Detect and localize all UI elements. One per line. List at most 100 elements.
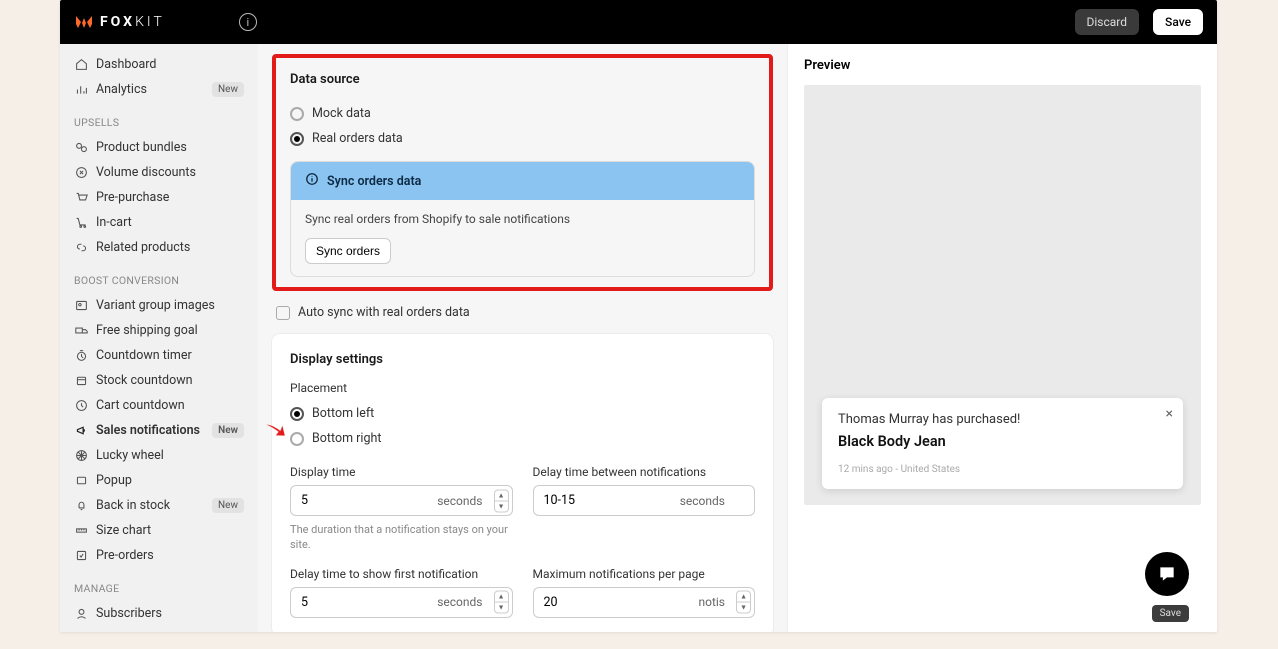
discount-icon: [74, 166, 88, 180]
sync-orders-button[interactable]: Sync orders: [305, 238, 391, 264]
radio-bottom-right[interactable]: Bottom right: [290, 426, 755, 451]
sidebar-item-label: Product bundles: [96, 140, 187, 155]
sidebar-item-size-chart[interactable]: Size chart: [60, 518, 258, 543]
sidebar-item-subscribers[interactable]: Subscribers: [60, 601, 258, 626]
new-badge: New: [212, 82, 244, 97]
sidebar-item-product-bundles[interactable]: Product bundles: [60, 135, 258, 160]
sync-panel-body: Sync real orders from Shopify to sale no…: [291, 200, 754, 276]
radio-label: Mock data: [312, 106, 371, 121]
main-content: Data source Mock data Real orders data S…: [258, 44, 787, 632]
notification-preview-card: × Thomas Murray has purchased! Black Bod…: [822, 398, 1183, 489]
sidebar: Dashboard AnalyticsNew UPSELLS Product b…: [60, 44, 258, 632]
radio-label: Real orders data: [312, 131, 403, 146]
sidebar-section-boost: BOOST CONVERSION: [60, 260, 258, 293]
sidebar-item-label: Volume discounts: [96, 165, 196, 180]
sidebar-item-variant-group[interactable]: Variant group images: [60, 293, 258, 318]
sidebar-item-label: Pre-orders: [96, 548, 154, 563]
chevron-up-icon[interactable]: ▲: [495, 592, 508, 603]
sidebar-item-stock-countdown[interactable]: Stock countdown: [60, 368, 258, 393]
sync-panel: Sync orders data Sync real orders from S…: [290, 161, 755, 277]
image-icon: [74, 299, 88, 313]
radio-real-orders[interactable]: Real orders data: [290, 126, 755, 151]
sidebar-item-sales-notifications[interactable]: Sales notificationsNew: [60, 418, 258, 443]
sidebar-item-label: Dashboard: [96, 57, 156, 72]
sidebar-item-pre-orders[interactable]: Pre-orders: [60, 543, 258, 568]
radio-label: Bottom left: [312, 406, 374, 421]
radio-mock-data[interactable]: Mock data: [290, 101, 755, 126]
sidebar-item-label: Subscribers: [96, 606, 162, 621]
sidebar-item-label: Countdown timer: [96, 348, 192, 363]
stepper[interactable]: ▲▼: [494, 489, 509, 512]
sync-panel-title: Sync orders data: [327, 174, 421, 189]
sidebar-item-in-cart[interactable]: In-cart: [60, 210, 258, 235]
truck-icon: [74, 324, 88, 338]
chevron-up-icon[interactable]: ▲: [495, 490, 508, 501]
radio-icon: [290, 432, 304, 446]
sync-description: Sync real orders from Shopify to sale no…: [305, 212, 740, 226]
sidebar-item-label: In-cart: [96, 215, 132, 230]
sidebar-item-label: Cart countdown: [96, 398, 185, 413]
preview-title: Preview: [804, 58, 1201, 73]
save-button[interactable]: Save: [1153, 9, 1203, 35]
display-time-helper: The duration that a notification stays o…: [290, 522, 513, 553]
box-icon: [74, 374, 88, 388]
radio-label: Bottom right: [312, 431, 381, 446]
cart-icon: [74, 191, 88, 205]
chevron-down-icon[interactable]: ▼: [737, 603, 750, 613]
radio-icon: [290, 107, 304, 121]
sync-panel-header: Sync orders data: [291, 162, 754, 200]
sidebar-section-upsells: UPSELLS: [60, 102, 258, 135]
sidebar-item-volume-discounts[interactable]: Volume discounts: [60, 160, 258, 185]
radio-icon: [290, 407, 304, 421]
sidebar-item-label: Free shipping goal: [96, 323, 198, 338]
sidebar-item-dashboard[interactable]: Dashboard: [60, 52, 258, 77]
delay-first-label: Delay time to show first notification: [290, 567, 513, 581]
radio-bottom-left[interactable]: Bottom left: [290, 401, 755, 426]
display-settings-title: Display settings: [290, 352, 755, 367]
save-tooltip: Save: [1152, 605, 1189, 622]
check-icon: [74, 549, 88, 563]
discard-button[interactable]: Discard: [1075, 9, 1140, 35]
stepper[interactable]: ▲▼: [494, 591, 509, 614]
input-suffix: seconds: [437, 494, 482, 508]
input-suffix: seconds: [680, 494, 725, 508]
display-time-label: Display time: [290, 465, 513, 479]
info-circle-icon: [305, 172, 319, 190]
new-badge: New: [212, 498, 244, 513]
cart-plus-icon: [74, 216, 88, 230]
bell-icon: [74, 499, 88, 513]
link-icon: [74, 241, 88, 255]
popup-icon: [74, 474, 88, 488]
chevron-down-icon[interactable]: ▼: [495, 501, 508, 511]
new-badge: New: [212, 423, 244, 438]
sidebar-item-free-shipping[interactable]: Free shipping goal: [60, 318, 258, 343]
notification-meta: 12 mins ago - United States: [838, 464, 1167, 475]
chevron-down-icon[interactable]: ▼: [495, 603, 508, 613]
sidebar-item-countdown-timer[interactable]: Countdown timer: [60, 343, 258, 368]
sidebar-item-lucky-wheel[interactable]: Lucky wheel: [60, 443, 258, 468]
sidebar-item-back-in-stock[interactable]: Back in stock New: [60, 493, 258, 518]
sidebar-item-related-products[interactable]: Related products: [60, 235, 258, 260]
timer-icon: [74, 349, 88, 363]
brand-logo: FOXKIT: [74, 14, 165, 30]
sidebar-item-analytics[interactable]: AnalyticsNew: [60, 77, 258, 102]
topbar: FOXKIT i Discard Save: [60, 0, 1217, 44]
chat-icon: [1157, 564, 1177, 584]
sidebar-item-label: Variant group images: [96, 298, 215, 313]
chat-button[interactable]: [1145, 552, 1189, 596]
chevron-up-icon[interactable]: ▲: [737, 592, 750, 603]
display-settings-card: Display settings Placement Bottom left B…: [272, 334, 773, 632]
info-icon[interactable]: i: [239, 13, 257, 31]
sidebar-item-label: Back in stock: [96, 498, 170, 513]
sidebar-item-pre-purchase[interactable]: Pre-purchase: [60, 185, 258, 210]
stepper[interactable]: ▲▼: [736, 591, 751, 614]
sidebar-item-cart-countdown[interactable]: Cart countdown: [60, 393, 258, 418]
user-icon: [74, 607, 88, 621]
sidebar-item-popup[interactable]: Popup: [60, 468, 258, 493]
sidebar-item-label: Related products: [96, 240, 190, 255]
autosync-checkbox-row[interactable]: Auto sync with real orders data: [272, 305, 773, 334]
wheel-icon: [74, 449, 88, 463]
notification-product: Black Body Jean: [838, 433, 1167, 450]
sidebar-item-label: Pre-purchase: [96, 190, 169, 205]
close-icon[interactable]: ×: [1166, 406, 1173, 422]
